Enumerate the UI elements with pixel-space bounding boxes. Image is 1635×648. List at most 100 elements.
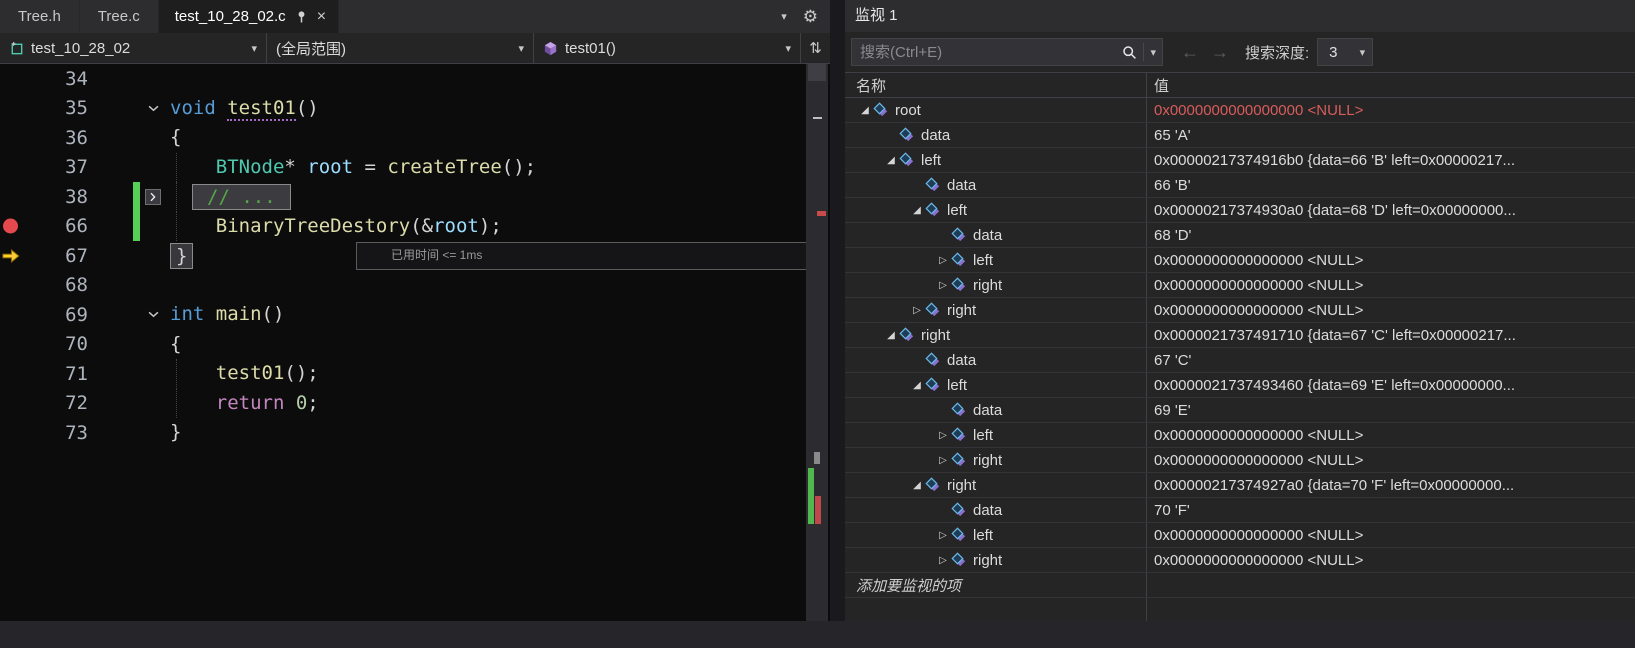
watch-variable-value[interactable]: 0x0000000000000000 <NULL> [1147,448,1635,472]
add-watch-row[interactable]: 添加要监视的项 [845,573,1635,598]
code-text[interactable]: { [166,330,806,360]
code-text[interactable]: // ... [166,182,806,212]
watch-row[interactable]: data 66 'B' [845,173,1635,198]
breakpoint-margin[interactable] [0,418,26,448]
fold-margin[interactable] [140,64,166,94]
watch-variable-value[interactable]: 0x00000217374916b0 {data=66 'B' left=0x0… [1147,148,1635,172]
code-text[interactable]: } [166,418,806,448]
search-prev-icon[interactable]: ← [1175,42,1205,63]
watch-row[interactable]: data 70 'F' [845,498,1635,523]
breakpoint-margin[interactable] [0,153,26,183]
code-text[interactable]: BinaryTreeDestory(&root); [166,211,806,241]
watch-variable-value[interactable]: 0x0000000000000000 <NULL> [1147,273,1635,297]
watch-row[interactable]: data 67 'C' [845,348,1635,373]
search-next-icon[interactable]: → [1205,42,1235,63]
editor-vertical-scrollbar[interactable] [806,64,828,621]
fold-margin[interactable] [140,94,166,124]
pin-icon[interactable] [295,10,308,23]
collapsed-region-box[interactable]: // ... [192,183,291,210]
watch-variable-value[interactable]: 0x00000217374930a0 {data=68 'D' left=0x0… [1147,198,1635,222]
code-text[interactable]: void test01() [166,94,806,124]
fold-margin[interactable] [140,389,166,419]
fold-margin[interactable] [140,123,166,153]
fold-margin[interactable] [140,418,166,448]
breakpoint-margin[interactable] [0,359,26,389]
watch-row[interactable]: data 65 'A' [845,123,1635,148]
watch-variable-value[interactable]: 0x0000021737491710 {data=67 'C' left=0x0… [1147,323,1635,347]
expand-icon[interactable]: ▷ [935,280,951,291]
breakpoint-margin[interactable] [0,241,26,271]
tab-tree-c[interactable]: Tree.c [80,0,159,33]
fold-margin[interactable] [140,153,166,183]
watch-variable-value[interactable]: 0x0000000000000000 <NULL> [1147,548,1635,572]
watch-variable-value[interactable]: 0x0000000000000000 <NULL> [1147,248,1635,272]
watch-row[interactable]: ◢ left 0x0000021737493460 {data=69 'E' lef… [845,373,1635,398]
code-text[interactable] [166,64,806,94]
watch-row[interactable]: ▷ right 0x0000000000000000 <NULL> [845,298,1635,323]
breakpoint-margin[interactable] [0,389,26,419]
breakpoint-icon[interactable] [3,218,18,234]
gear-icon[interactable]: ⚙ [803,7,818,27]
breakpoint-margin[interactable] [0,182,26,212]
collapse-icon[interactable]: ◢ [909,205,925,216]
breakpoint-margin[interactable] [0,64,26,94]
fold-margin[interactable] [140,271,166,301]
code-text[interactable]: int main() [166,300,806,330]
watch-row[interactable]: ▷ left 0x0000000000000000 <NULL> [845,423,1635,448]
breakpoint-margin[interactable] [0,212,26,242]
tab-tree-h[interactable]: Tree.h [0,0,80,33]
breakpoint-margin[interactable] [0,94,26,124]
expand-icon[interactable]: ▷ [935,430,951,441]
fold-margin[interactable] [140,300,166,330]
collapse-icon[interactable]: ◢ [883,155,899,166]
split-editor-icon[interactable]: ⇅ [801,33,830,63]
watch-variable-value[interactable]: 68 'D' [1147,223,1635,247]
fold-margin[interactable] [140,212,166,242]
fold-margin[interactable] [140,330,166,360]
watch-row[interactable]: data 69 'E' [845,398,1635,423]
breakpoint-margin[interactable] [0,330,26,360]
watch-row[interactable]: ◢ root 0x0000000000000000 <NULL> [845,98,1635,123]
expand-icon[interactable]: ▷ [935,255,951,266]
breakpoint-margin[interactable] [0,123,26,153]
fold-margin[interactable] [140,182,166,212]
collapse-icon[interactable]: ◢ [909,380,925,391]
watch-row[interactable]: ▷ right 0x0000000000000000 <NULL> [845,448,1635,473]
watch-variable-value[interactable]: 0x0000000000000000 <NULL> [1147,523,1635,547]
horizontal-scrollbar-track[interactable] [0,621,1635,648]
watch-row[interactable]: data 68 'D' [845,223,1635,248]
fold-collapsed-icon[interactable] [145,188,161,205]
tab-list-chevron-icon[interactable]: ▾ [781,10,787,23]
watch-row[interactable]: ▷ right 0x0000000000000000 <NULL> [845,273,1635,298]
watch-row[interactable]: ◢ left 0x00000217374916b0 {data=66 'B' lef… [845,148,1635,173]
scope-dropdown[interactable]: (全局范围) ▾ [267,33,534,63]
watch-row[interactable]: ▷ right 0x0000000000000000 <NULL> [845,548,1635,573]
watch-variable-value[interactable]: 69 'E' [1147,398,1635,422]
collapse-icon[interactable]: ◢ [883,330,899,341]
code-text[interactable]: BTNode* root = createTree(); [166,152,806,182]
watch-row[interactable]: ◢ right 0x00000217374927a0 {data=70 'F' le… [845,473,1635,498]
breakpoint-margin[interactable] [0,300,26,330]
search-icon[interactable] [1122,45,1137,60]
column-header-value[interactable]: 值 [1147,73,1169,97]
expand-icon[interactable]: ▷ [909,305,925,316]
code-text[interactable]: } 已用时间 <= 1ms [166,241,806,271]
search-input[interactable] [860,43,1117,61]
collapse-icon[interactable]: ◢ [909,480,925,491]
code-text[interactable]: return 0; [166,388,806,418]
code-text[interactable]: { [166,123,806,153]
code-text[interactable]: test01(); [166,359,806,389]
watch-variable-value[interactable]: 0x0000000000000000 <NULL> [1147,298,1635,322]
expand-icon[interactable]: ▷ [935,530,951,541]
watch-variable-value[interactable]: 65 'A' [1147,123,1635,147]
watch-variable-value[interactable]: 0x0000000000000000 <NULL> [1147,423,1635,447]
watch-search-box[interactable]: ▾ [851,38,1163,66]
collapse-icon[interactable]: ◢ [857,105,873,116]
search-options-chevron-icon[interactable]: ▾ [1150,46,1156,59]
scrollbar-thumb[interactable] [808,64,826,81]
fold-expanded-icon[interactable] [148,311,159,318]
watch-row[interactable]: ◢ left 0x00000217374930a0 {data=68 'D' lef… [845,198,1635,223]
watch-row[interactable]: ◢ right 0x0000021737491710 {data=67 'C' le… [845,323,1635,348]
watch-variable-value[interactable]: 67 'C' [1147,348,1635,372]
watch-variable-value[interactable]: 0x00000217374927a0 {data=70 'F' left=0x0… [1147,473,1635,497]
